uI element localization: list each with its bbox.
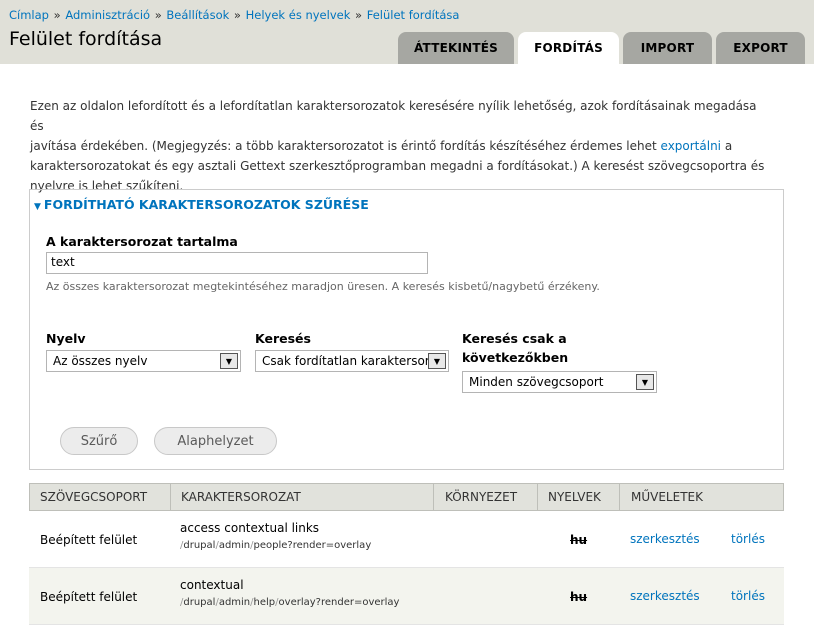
filter-button[interactable]: Szűrő xyxy=(60,427,138,455)
row-delete-link[interactable]: törlés xyxy=(731,589,765,603)
tab-import[interactable]: IMPORT xyxy=(623,32,712,64)
breadcrumb-regional-link[interactable]: Helyek és nyelvek xyxy=(246,8,351,22)
language-label: Nyelv xyxy=(46,331,86,346)
breadcrumb: Címlap » Adminisztráció » Beállítások » … xyxy=(9,8,459,22)
string-contains-description: Az összes karaktersorozat megtekintéséhe… xyxy=(46,280,600,293)
column-header-context[interactable]: KÖRNYEZET xyxy=(445,484,517,510)
column-divider xyxy=(433,484,434,510)
page-header: Címlap » Adminisztráció » Beállítások » … xyxy=(0,0,814,64)
filter-legend-label: FORDÍTHATÓ KARAKTERSOROZATOK SZŰRÉSE xyxy=(43,197,369,212)
row-edit-link[interactable]: szerkesztés xyxy=(630,589,700,603)
column-divider xyxy=(619,484,620,510)
dropdown-arrow-icon: ▼ xyxy=(428,353,446,369)
filter-fieldset: ▼ FORDÍTHATÓ KARAKTERSOROZATOK SZŰRÉSE A … xyxy=(29,189,784,470)
language-select-value: Az összes nyelv xyxy=(53,354,148,368)
text-group-select-value: Minden szövegcsoport xyxy=(469,375,604,389)
breadcrumb-settings-link[interactable]: Beállítások xyxy=(166,8,229,22)
breadcrumb-translate-link[interactable]: Felület fordítása xyxy=(367,8,460,22)
search-type-select[interactable]: Csak fordítatlan karaktersor ▼ xyxy=(255,350,449,372)
breadcrumb-separator: » xyxy=(355,8,363,22)
row-source-string: contextual /drupal/admin/help/overlay?re… xyxy=(180,578,399,608)
reset-button[interactable]: Alaphelyzet xyxy=(154,427,277,455)
breadcrumb-admin-link[interactable]: Adminisztráció xyxy=(65,8,150,22)
row-text-group: Beépített felület xyxy=(40,533,138,547)
row-edit-link[interactable]: szerkesztés xyxy=(630,532,700,546)
string-contains-label: A karaktersorozat tartalma xyxy=(46,234,238,249)
tab-export[interactable]: EXPORT xyxy=(716,32,805,64)
row-text-group: Beépített felület xyxy=(40,590,138,604)
breadcrumb-separator: » xyxy=(154,8,162,22)
help-text: Ezen az oldalon lefordított és a lefordí… xyxy=(30,96,770,196)
text-group-label-line: következőkben xyxy=(462,350,569,365)
column-divider xyxy=(170,484,171,510)
table-row: Beépített felület access contextual link… xyxy=(29,511,784,568)
help-text-line: a xyxy=(721,139,733,153)
help-text-line: javítása érdekében. (Megjegyzés: a több … xyxy=(30,139,661,153)
dropdown-arrow-icon: ▼ xyxy=(636,374,654,390)
tab-overview[interactable]: ÁTTEKINTÉS xyxy=(398,32,514,64)
language-select[interactable]: Az összes nyelv ▼ xyxy=(46,350,241,372)
filter-fieldset-toggle[interactable]: ▼ FORDÍTHATÓ KARAKTERSOROZATOK SZŰRÉSE xyxy=(34,197,369,212)
breadcrumb-separator: » xyxy=(53,8,61,22)
row-language-hu: hu xyxy=(570,533,588,547)
page-title: Felület fordítása xyxy=(9,28,163,50)
row-delete-link[interactable]: törlés xyxy=(731,532,765,546)
help-text-line: karaktersorozatokat és egy asztali Gette… xyxy=(30,159,765,173)
help-text-line: Ezen az oldalon lefordított és a lefordí… xyxy=(30,99,757,133)
triangle-down-icon: ▼ xyxy=(34,202,41,212)
tab-translate[interactable]: FORDÍTÁS xyxy=(518,32,619,64)
string-contains-input[interactable]: text xyxy=(46,252,428,274)
dropdown-arrow-icon: ▼ xyxy=(220,353,238,369)
strings-table: SZÖVEGCSOPORT KARAKTERSOROZAT KÖRNYEZET … xyxy=(29,483,784,625)
row-source-string: access contextual links /drupal/admin/pe… xyxy=(180,521,371,551)
row-location-path: /drupal/admin/help/overlay?render=overla… xyxy=(180,597,400,608)
breadcrumb-home-link[interactable]: Címlap xyxy=(9,8,49,22)
column-header-operations: MŰVELETEK xyxy=(631,490,703,504)
search-type-select-value: Csak fordítatlan karaktersor xyxy=(262,354,430,368)
row-language-hu: hu xyxy=(570,590,588,604)
search-type-label: Keresés xyxy=(255,331,311,346)
text-group-select[interactable]: Minden szövegcsoport ▼ xyxy=(462,371,657,393)
text-group-label-line: Keresés csak a xyxy=(462,331,567,346)
text-group-label: Keresés csak a következőkben xyxy=(462,331,568,365)
column-header-string[interactable]: KARAKTERSOROZAT xyxy=(181,484,301,510)
breadcrumb-separator: » xyxy=(233,8,241,22)
row-source-text: contextual xyxy=(180,578,244,592)
table-header: SZÖVEGCSOPORT KARAKTERSOROZAT KÖRNYEZET … xyxy=(29,483,784,511)
row-location-path: /drupal/admin/people?render=overlay xyxy=(180,540,372,551)
export-link[interactable]: exportálni xyxy=(661,139,722,153)
column-divider xyxy=(537,484,538,510)
table-row: Beépített felület contextual /drupal/adm… xyxy=(29,568,784,625)
column-header-languages: NYELVEK xyxy=(548,490,601,504)
column-header-text-group[interactable]: SZÖVEGCSOPORT xyxy=(40,484,147,510)
row-source-text: access contextual links xyxy=(180,521,320,535)
